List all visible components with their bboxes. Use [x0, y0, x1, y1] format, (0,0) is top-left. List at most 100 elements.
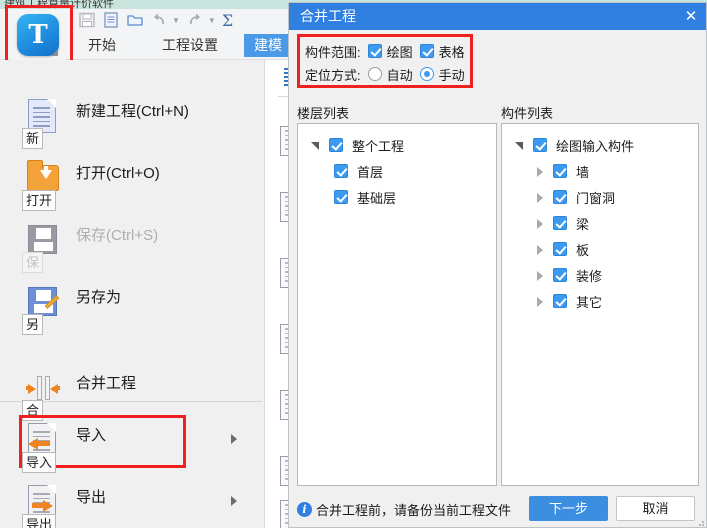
- tree-item-label: 装修: [576, 268, 603, 284]
- menu-item-label: 保存(Ctrl+S): [76, 227, 159, 244]
- checkbox-drawing[interactable]: [367, 44, 382, 58]
- radio-auto-label: 自动: [386, 67, 413, 83]
- submenu-chevron-right-icon: [231, 496, 237, 506]
- menu-item-open[interactable]: 打开(Ctrl+O) 打开: [0, 150, 265, 212]
- tree-row[interactable]: 板: [502, 236, 698, 262]
- dialog-title: 合并工程: [300, 8, 356, 24]
- app-logo-button[interactable]: T: [10, 9, 66, 60]
- dialog-note: i 合并工程前，请备份当前工程文件: [297, 500, 511, 519]
- tree-item-label: 板: [576, 242, 590, 258]
- menu-item-import[interactable]: 导入 导入: [0, 412, 265, 474]
- submenu-chevron-right-icon: [231, 434, 237, 444]
- menu-item-accesskey: 导入: [22, 452, 57, 473]
- expander-open-icon[interactable]: [514, 139, 526, 151]
- sigma-icon[interactable]: Σ: [222, 11, 233, 30]
- tree-item-label: 梁: [576, 216, 590, 232]
- tree-item-label: 绘图输入构件: [556, 138, 635, 154]
- floor-list-heading: 楼层列表: [297, 106, 350, 121]
- redo-chevron-down-icon[interactable]: ▼: [208, 16, 216, 25]
- checkbox-drawing-input-components[interactable]: [533, 138, 547, 152]
- position-mode-row: 定位方式: 自动 手动: [305, 64, 465, 84]
- tree-row[interactable]: 装修: [502, 262, 698, 288]
- menu-item-new-project[interactable]: 新建工程(Ctrl+N) 新: [0, 88, 265, 150]
- undo-chevron-down-icon[interactable]: ▼: [172, 16, 180, 25]
- tree-row[interactable]: 梁: [502, 210, 698, 236]
- menu-item-accesskey: 新: [22, 128, 44, 149]
- checkbox-door-window-opening[interactable]: [553, 190, 567, 204]
- menu-item-save: 保存(Ctrl+S) 保: [0, 212, 265, 274]
- tree-row[interactable]: 门窗洞: [502, 184, 698, 210]
- floor-list-panel[interactable]: 整个工程 首层 基础层: [297, 123, 497, 486]
- new-doc-icon[interactable]: [102, 11, 120, 29]
- checkbox-foundation-floor[interactable]: [334, 190, 348, 204]
- menu-item-export[interactable]: 导出 导出: [0, 474, 265, 528]
- tree-row[interactable]: 其它: [502, 288, 698, 314]
- save-icon[interactable]: [78, 11, 96, 29]
- checkbox-beam[interactable]: [553, 216, 567, 230]
- checkbox-table[interactable]: [419, 44, 434, 58]
- tree-item-label: 其它: [576, 294, 603, 310]
- expander-closed-icon[interactable]: [534, 269, 546, 281]
- menu-item-accesskey: 打开: [22, 190, 57, 211]
- menu-item-label: 另存为: [76, 289, 122, 306]
- next-button[interactable]: 下一步: [529, 496, 608, 521]
- app-logo-icon: T: [17, 13, 59, 56]
- merge-project-dialog: 合并工程 ✕ 构件范围: 绘图 表格 定位方式: 自动 手动 楼层列表 整个工程…: [288, 2, 707, 528]
- menu-item-accesskey: 导出: [22, 514, 57, 528]
- menu-item-merge-project[interactable]: 合并工程 合: [0, 350, 265, 421]
- open-folder-icon[interactable]: [126, 11, 144, 29]
- menu-item-label: 合并工程: [76, 375, 137, 392]
- radio-manual[interactable]: [419, 67, 434, 81]
- checkbox-whole-project[interactable]: [329, 138, 343, 152]
- expander-closed-icon[interactable]: [534, 243, 546, 255]
- redo-icon[interactable]: [186, 11, 204, 29]
- expander-closed-icon[interactable]: [534, 191, 546, 203]
- component-list-panel[interactable]: 绘图输入构件 墙 门窗洞 梁 板 装修 其它: [501, 123, 699, 486]
- application-window: 建筑工程算量计价软件 ▼ ▼ Σ 开始 工程设置 建模 T 新建工程(Ctrl+…: [0, 0, 707, 528]
- checkbox-other[interactable]: [553, 294, 567, 308]
- checkbox-first-floor[interactable]: [334, 164, 348, 178]
- tree-item-label: 整个工程: [352, 138, 405, 154]
- component-scope-row: 构件范围: 绘图 表格: [305, 41, 465, 61]
- checkbox-wall[interactable]: [553, 164, 567, 178]
- cancel-button[interactable]: 取消: [616, 496, 695, 521]
- logo-corner-marker: [51, 48, 58, 56]
- component-list-heading: 构件列表: [501, 106, 554, 121]
- tree-row[interactable]: 基础层: [298, 184, 496, 210]
- tree-item-label: 墙: [576, 164, 590, 180]
- tree-row[interactable]: 整个工程: [298, 132, 496, 158]
- menu-item-accesskey: 保: [22, 252, 44, 273]
- tree-row[interactable]: 墙: [502, 158, 698, 184]
- checkbox-decoration[interactable]: [553, 268, 567, 282]
- file-menu-panel: 新建工程(Ctrl+N) 新 打开(Ctrl+O) 打开 保存(Ctrl+S) …: [0, 60, 265, 528]
- menu-item-accesskey: 另: [22, 314, 44, 335]
- tab-modeling[interactable]: 建模: [244, 34, 292, 57]
- tree-item-label: 首层: [357, 164, 384, 180]
- window-title: 建筑工程算量计价软件: [4, 0, 114, 9]
- expander-open-icon[interactable]: [310, 139, 322, 151]
- radio-manual-label: 手动: [438, 67, 465, 83]
- expander-closed-icon[interactable]: [534, 165, 546, 177]
- menu-item-label: 导入: [76, 427, 107, 444]
- resize-grip[interactable]: [696, 518, 704, 526]
- radio-auto[interactable]: [367, 67, 382, 81]
- expander-closed-icon[interactable]: [534, 217, 546, 229]
- menu-item-label: 导出: [76, 489, 107, 506]
- close-icon[interactable]: ✕: [680, 7, 702, 26]
- tree-row[interactable]: 首层: [298, 158, 496, 184]
- position-mode-label: 定位方式:: [305, 67, 361, 83]
- tab-project-settings[interactable]: 工程设置: [152, 34, 228, 57]
- expander-closed-icon[interactable]: [534, 295, 546, 307]
- tab-start[interactable]: 开始: [78, 34, 126, 57]
- checkbox-slab[interactable]: [553, 242, 567, 256]
- component-scope-label: 构件范围:: [305, 44, 361, 60]
- undo-icon[interactable]: [150, 11, 168, 29]
- tree-row[interactable]: 绘图输入构件: [502, 132, 698, 158]
- dialog-options-highlight-box: 构件范围: 绘图 表格 定位方式: 自动 手动: [297, 34, 473, 88]
- tree-item-label: 基础层: [357, 190, 397, 206]
- menu-item-save-as[interactable]: 另存为 另: [0, 274, 265, 336]
- menu-item-label: 新建工程(Ctrl+N): [76, 103, 189, 120]
- checkbox-drawing-label: 绘图: [386, 44, 413, 60]
- dialog-note-text: 合并工程前，请备份当前工程文件: [316, 503, 512, 518]
- checkbox-table-label: 表格: [438, 44, 465, 60]
